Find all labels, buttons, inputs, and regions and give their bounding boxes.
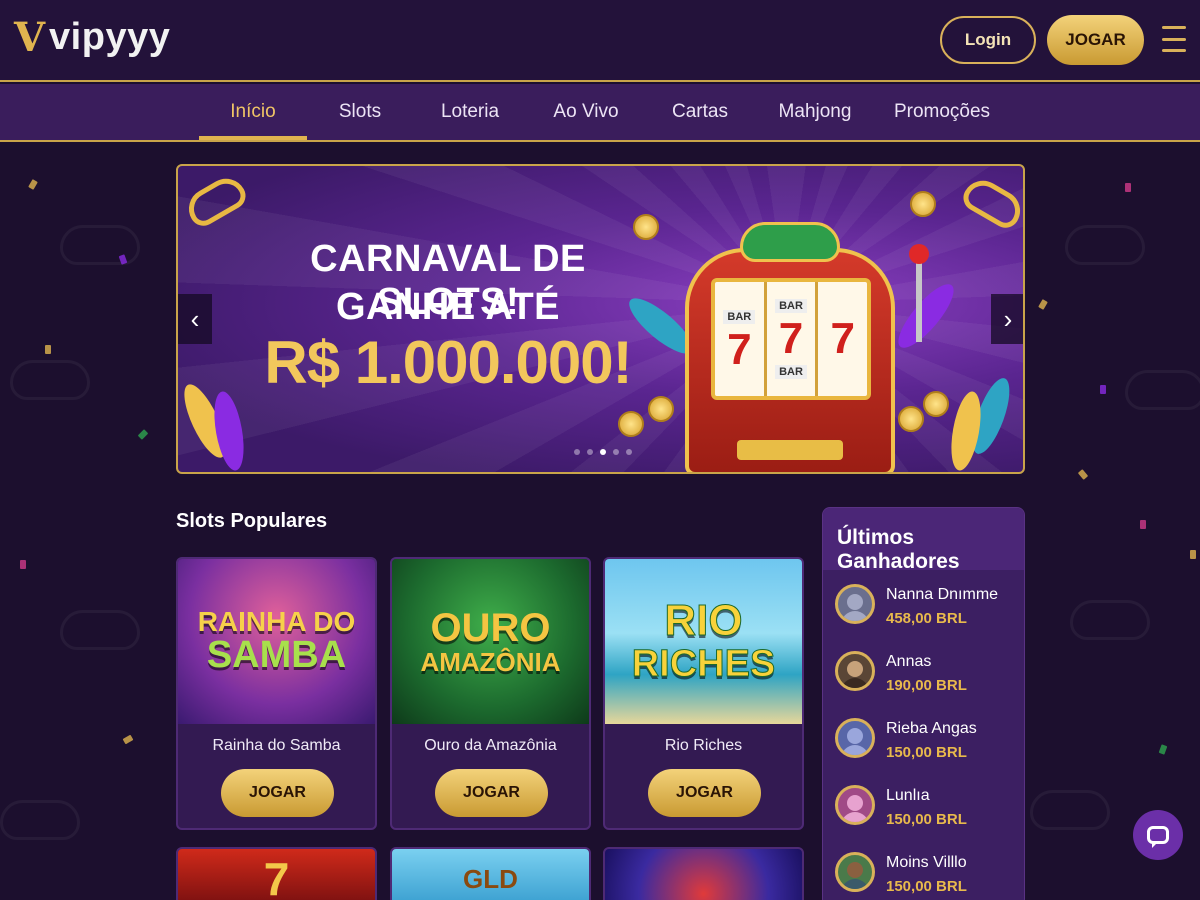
winner-row: Moins Villlo 150,00 BRL — [835, 852, 1015, 900]
carousel-dot[interactable] — [574, 449, 580, 455]
confetti — [1190, 550, 1196, 559]
confetti — [1140, 520, 1146, 529]
confetti — [137, 429, 149, 440]
confetti — [1125, 183, 1131, 192]
carnival-mask-decoration — [60, 225, 140, 265]
game-card-ouro-da-amazonia[interactable]: OURO AMAZÔNIA Ouro da Amazônia JOGAR — [390, 557, 591, 830]
winner-name: Annas — [886, 653, 932, 670]
avatar — [835, 785, 875, 825]
game-card-row2[interactable]: 7 — [176, 847, 377, 900]
section-title-popular-slots: Slots Populares — [176, 510, 328, 532]
nav-item-inicio[interactable]: Início — [199, 84, 307, 140]
chat-bubble-icon — [1147, 826, 1169, 848]
coin-icon — [923, 391, 949, 417]
winner-name: Nanna Dnımme — [886, 586, 999, 603]
latest-winners-title: Últimos Ganhadores — [823, 508, 1024, 573]
avatar — [835, 651, 875, 691]
confetti — [1077, 469, 1089, 480]
nav-item-ao-vivo[interactable]: Ao Vivo — [541, 84, 631, 140]
site-logo[interactable]: V vipyyy — [14, 16, 170, 59]
game-card-rainha-do-samba[interactable]: RAINHA DO SAMBA Rainha do Samba JOGAR — [176, 557, 377, 830]
confetti — [1158, 744, 1168, 755]
confetti — [122, 734, 134, 745]
game-thumbnail[interactable]: OURO AMAZÔNIA — [392, 559, 589, 724]
carnival-mask-decoration — [10, 360, 90, 400]
carnival-mask-decoration — [1070, 600, 1150, 640]
nav-item-cartas[interactable]: Cartas — [660, 84, 740, 140]
carousel-prev-button[interactable]: ‹ — [178, 294, 212, 344]
carousel-dots — [574, 449, 632, 455]
game-title: Ouro da Amazônia — [424, 737, 557, 754]
hamburger-menu-icon[interactable] — [1162, 26, 1186, 52]
slot-lever-knob — [909, 244, 929, 264]
coin-icon — [648, 396, 674, 422]
carousel-dot[interactable] — [613, 449, 619, 455]
winner-name: Rieba Angas — [886, 720, 977, 737]
nav-item-loteria[interactable]: Loteria — [430, 84, 510, 140]
game-title: Rio Riches — [664, 737, 743, 754]
game-thumbnail[interactable]: RAINHA DO SAMBA — [178, 559, 375, 724]
play-game-button[interactable]: JOGAR — [648, 769, 761, 817]
avatar — [835, 718, 875, 758]
coin-icon — [633, 214, 659, 240]
top-header: V vipyyy Login JOGAR — [0, 0, 1200, 82]
winner-amount: 150,00 BRL — [886, 878, 967, 895]
confetti — [118, 254, 128, 265]
winner-amount: 458,00 BRL — [886, 610, 967, 627]
game-thumbnail[interactable]: RIO RICHES — [605, 559, 802, 724]
nav-item-promocoes[interactable]: Promoções — [890, 84, 994, 140]
winner-name: Lunlıa — [886, 787, 930, 804]
confetti — [28, 179, 38, 190]
logo-text: vipyyy — [49, 16, 171, 58]
live-chat-button[interactable] — [1133, 810, 1183, 860]
play-game-button[interactable]: JOGAR — [435, 769, 548, 817]
login-button[interactable]: Login — [940, 16, 1036, 64]
winner-amount: 190,00 BRL — [886, 677, 967, 694]
coin-icon — [898, 406, 924, 432]
confetti — [45, 345, 51, 354]
confetti — [1038, 299, 1048, 310]
carousel-dot-active[interactable] — [600, 449, 606, 455]
game-card-rio-riches[interactable]: RIO RICHES Rio Riches JOGAR — [603, 557, 804, 830]
carousel-dot[interactable] — [587, 449, 593, 455]
hero-subheadline: GANHE ATÉ — [335, 286, 561, 328]
winner-name: Moins Villlo — [886, 854, 967, 871]
winner-amount: 150,00 BRL — [886, 811, 967, 828]
slot-lever — [916, 262, 922, 342]
logo-mark: V — [14, 13, 46, 61]
hero-prize-amount: R$ 1.000.000! — [264, 329, 632, 396]
confetti — [1100, 385, 1106, 394]
hero-banner[interactable]: CARNAVAL DE SLOTS! GANHE ATÉ R$ 1.000.00… — [176, 164, 1025, 474]
coin-icon — [618, 411, 644, 437]
coin-icon — [910, 191, 936, 217]
carousel-next-button[interactable]: › — [991, 294, 1023, 344]
carnival-mask-decoration — [1030, 790, 1110, 830]
latest-winners-panel: Últimos Ganhadores Nanna Dnımme 458,00 B… — [822, 507, 1025, 900]
play-game-button[interactable]: JOGAR — [221, 769, 334, 817]
winner-row: Nanna Dnımme 458,00 BRL — [835, 584, 1015, 640]
winner-row: Lunlıa 150,00 BRL — [835, 785, 1015, 841]
game-card-row2[interactable]: GLD — [390, 847, 591, 900]
confetti — [20, 560, 26, 569]
nav-item-mahjong[interactable]: Mahjong — [770, 84, 860, 140]
carnival-mask-decoration — [1125, 370, 1200, 410]
slot-reels: BAR 7 BAR 7 BAR 7 — [711, 278, 871, 400]
carnival-mask-icon — [740, 222, 840, 262]
winner-amount: 150,00 BRL — [886, 744, 967, 761]
main-nav: Início Slots Loteria Ao Vivo Cartas Mahj… — [0, 84, 1200, 142]
winner-row: Annas 190,00 BRL — [835, 651, 1015, 707]
carnival-mask-decoration — [0, 800, 80, 840]
avatar — [835, 852, 875, 892]
carousel-dot[interactable] — [626, 449, 632, 455]
winner-row: Rieba Angas 150,00 BRL — [835, 718, 1015, 774]
game-card-row2[interactable] — [603, 847, 804, 900]
carnival-mask-decoration — [1065, 225, 1145, 265]
carnival-mask-decoration — [60, 610, 140, 650]
avatar — [835, 584, 875, 624]
game-title: Rainha do Samba — [212, 737, 341, 754]
play-button-header[interactable]: JOGAR — [1047, 15, 1144, 65]
nav-item-slots[interactable]: Slots — [320, 84, 400, 140]
slot-machine-illustration: BAR 7 BAR 7 BAR 7 — [685, 214, 895, 472]
